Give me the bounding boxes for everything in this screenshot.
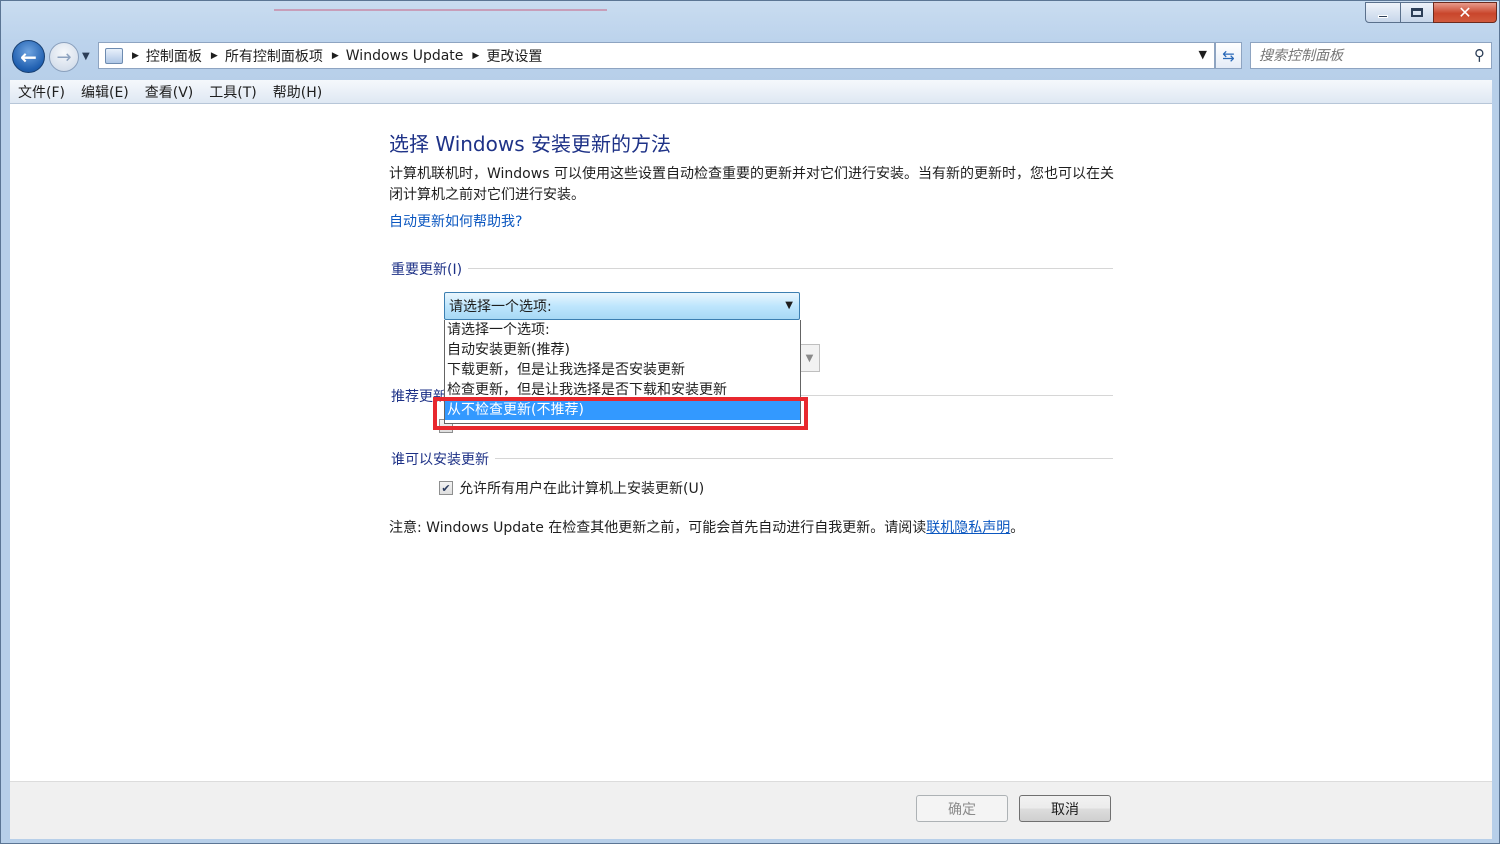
back-arrow-icon: ← xyxy=(20,44,37,69)
help-link[interactable]: 自动更新如何帮助我? xyxy=(389,211,522,231)
menu-tools[interactable]: 工具(T) xyxy=(201,82,264,102)
minimize-icon xyxy=(1378,15,1388,18)
forward-button[interactable]: → xyxy=(49,42,79,72)
allow-all-users-label[interactable]: 允许所有用户在此计算机上安装更新(U) xyxy=(459,478,704,498)
back-button[interactable]: ← xyxy=(12,40,45,73)
menu-help[interactable]: 帮助(H) xyxy=(265,82,330,102)
annotation-highlight-box xyxy=(433,397,808,430)
dropdown-option[interactable]: 下载更新，但是让我选择是否安装更新 xyxy=(445,360,800,380)
forward-arrow-icon: → xyxy=(56,46,72,68)
page-description: 计算机联机时，Windows 可以使用这些设置自动检查重要的更新并对它们进行安装… xyxy=(389,166,1114,203)
important-updates-select[interactable]: 请选择一个选项: ▼ xyxy=(444,292,800,320)
minimize-button[interactable] xyxy=(1365,2,1401,23)
recent-pages-chevron-down-icon[interactable]: ▼ xyxy=(82,51,90,62)
breadcrumb: 控制面板 ▶ 所有控制面板项 ▶ Windows Update ▶ 更改设置 xyxy=(146,46,542,66)
menu-bar: 文件(F) 编辑(E) 查看(V) 工具(T) 帮助(H) xyxy=(10,80,1492,104)
breadcrumb-item[interactable]: 所有控制面板项 xyxy=(225,46,323,66)
cancel-button[interactable]: 取消 xyxy=(1019,795,1111,822)
breadcrumb-item[interactable]: 更改设置 xyxy=(486,46,542,66)
address-history-chevron-down-icon[interactable]: ▼ xyxy=(1199,48,1207,61)
important-updates-section: 重要更新(I) xyxy=(391,259,1113,279)
window: ✕ ← → ▼ ▶ 控制面板 ▶ 所有控制面板项 ▶ Windows Updat… xyxy=(0,0,1500,844)
schedule-select-partial[interactable]: ▼ xyxy=(799,344,820,372)
section-title: 谁可以安装更新 xyxy=(391,449,495,469)
title-bar: ✕ xyxy=(1,1,1499,31)
address-bar[interactable]: ▶ 控制面板 ▶ 所有控制面板项 ▶ Windows Update ▶ 更改设置… xyxy=(98,42,1215,69)
note-suffix: 。 xyxy=(1010,520,1025,536)
chevron-down-icon: ▼ xyxy=(785,300,793,311)
breadcrumb-chevron-right-icon[interactable]: ▶ xyxy=(132,51,139,61)
menu-view[interactable]: 查看(V) xyxy=(137,82,202,102)
ok-button[interactable]: 确定 xyxy=(916,795,1008,822)
menu-edit[interactable]: 编辑(E) xyxy=(73,82,137,102)
breadcrumb-chevron-right-icon[interactable]: ▶ xyxy=(211,51,218,61)
dropdown-option[interactable]: 请选择一个选项: xyxy=(445,320,800,340)
who-can-install-section: 谁可以安装更新 xyxy=(391,449,1113,469)
breadcrumb-item[interactable]: 控制面板 xyxy=(146,46,202,66)
close-button[interactable]: ✕ xyxy=(1433,2,1497,23)
privacy-statement-link[interactable]: 联机隐私声明 xyxy=(926,520,1010,536)
maximize-icon xyxy=(1411,8,1423,17)
maximize-button[interactable] xyxy=(1400,2,1434,23)
close-icon: ✕ xyxy=(1458,3,1472,22)
checkmark-icon: ✔ xyxy=(441,481,451,495)
footer-bar xyxy=(10,781,1492,839)
refresh-icon: ⇆ xyxy=(1222,46,1235,65)
chevron-down-icon: ▼ xyxy=(805,352,814,364)
section-divider xyxy=(391,458,1113,459)
refresh-button[interactable]: ⇆ xyxy=(1215,42,1242,69)
menu-file[interactable]: 文件(F) xyxy=(10,82,73,102)
breadcrumb-chevron-right-icon[interactable]: ▶ xyxy=(332,51,339,61)
search-box[interactable]: ⚲ xyxy=(1250,42,1492,69)
note-text: 注意: Windows Update 在检查其他更新之前，可能会首先自动进行自我… xyxy=(389,520,927,536)
search-input[interactable] xyxy=(1251,46,1451,65)
breadcrumb-chevron-right-icon[interactable]: ▶ xyxy=(472,51,479,61)
breadcrumb-item[interactable]: Windows Update xyxy=(346,48,464,64)
privacy-note: 注意: Windows Update 在检查其他更新之前，可能会首先自动进行自我… xyxy=(389,517,1024,537)
allow-all-users-checkbox[interactable]: ✔ xyxy=(439,481,453,495)
select-value: 请选择一个选项: xyxy=(449,299,552,315)
search-icon[interactable]: ⚲ xyxy=(1474,46,1485,64)
section-divider xyxy=(391,268,1113,269)
control-panel-icon xyxy=(105,47,123,64)
section-title: 重要更新(I) xyxy=(391,259,469,279)
allow-all-users-row: ✔ 允许所有用户在此计算机上安装更新(U) xyxy=(439,478,704,498)
page-title: 选择 Windows 安装更新的方法 xyxy=(389,132,671,156)
dropdown-option[interactable]: 自动安装更新(推荐) xyxy=(445,340,800,360)
background-tab-blur xyxy=(274,3,607,11)
